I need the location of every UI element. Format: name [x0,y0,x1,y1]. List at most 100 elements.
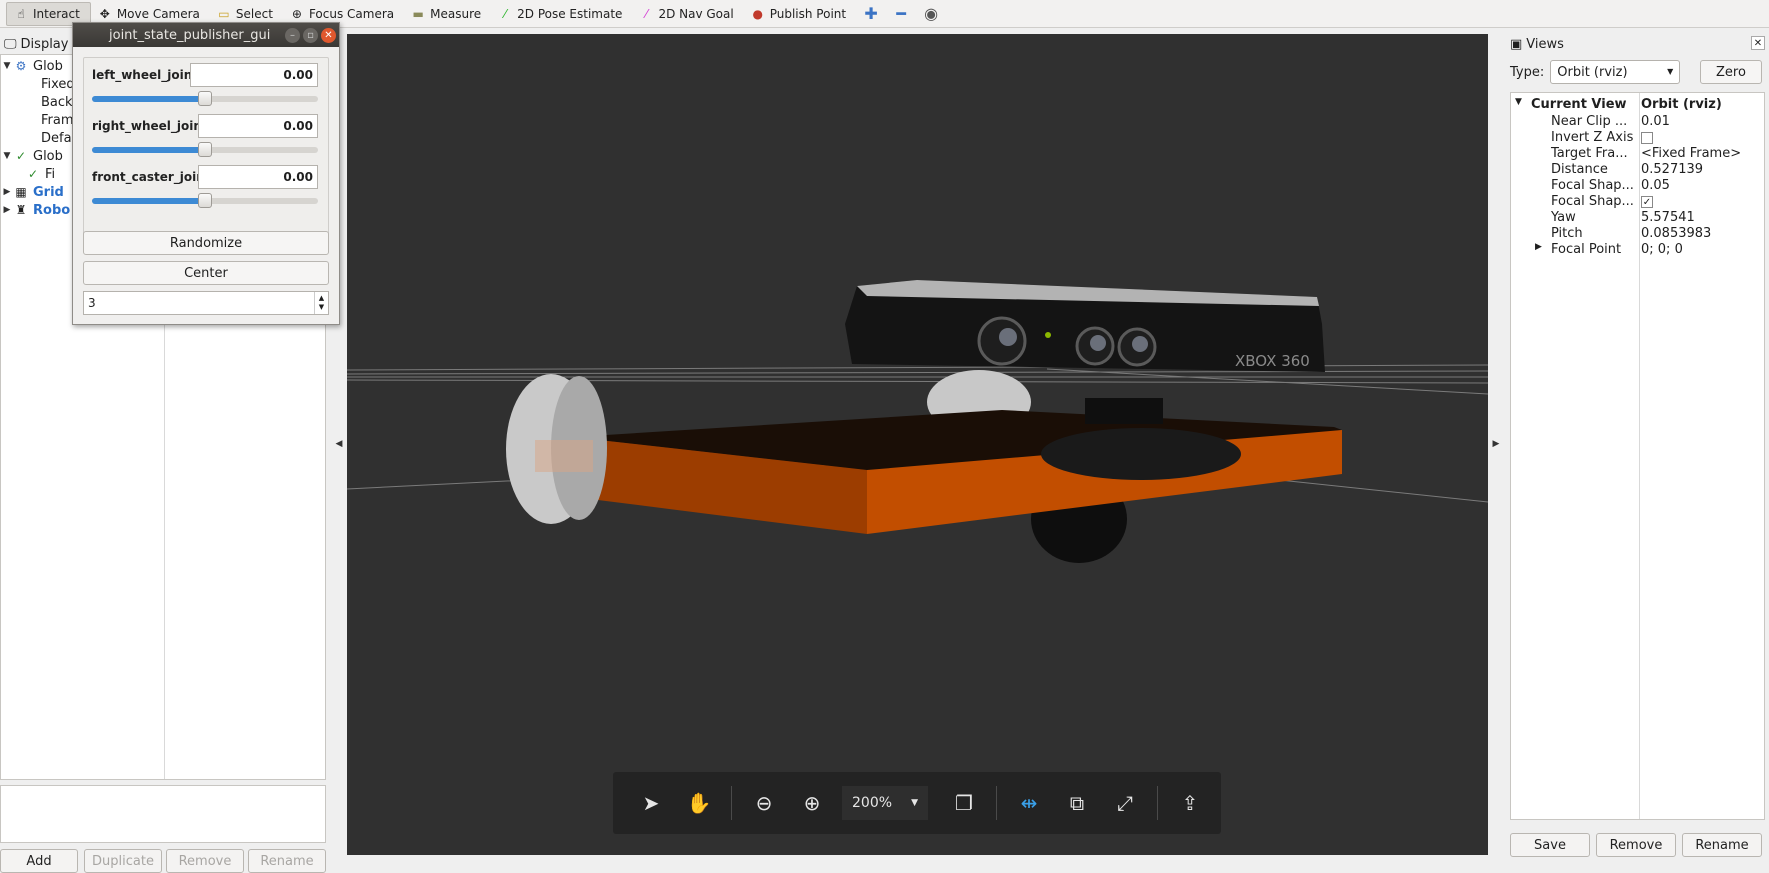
duplicate-display-button[interactable]: Duplicate [84,849,162,873]
slider-handle[interactable] [198,142,212,157]
collapse-arrow-icon[interactable]: ▶ [1,187,13,197]
prop-invert-z[interactable]: Invert Z Axis [1511,130,1766,146]
views-panel: ▣ Views ✕ Type: Orbit (rviz) ▼ Zero ▼ Cu… [1502,30,1769,857]
display-description [0,785,326,843]
prop-focal-shape-size[interactable]: Focal Shap... 0.05 [1511,178,1766,194]
publish-point-icon: ● [752,6,763,21]
expand-arrow-icon[interactable]: ▼ [1515,97,1522,107]
view-type-select[interactable]: Orbit (rviz) ▼ [1550,60,1681,84]
zoom-in-icon[interactable]: ⊕ [794,785,830,821]
tree-item-global-status[interactable]: ▼ ✓ Glob [1,147,63,165]
globe-icon: ⚙ [15,59,27,73]
center-button[interactable]: Center [83,261,329,285]
pointer-icon[interactable]: ➤ [633,785,669,821]
remove-tool-icon[interactable]: ━ [886,2,916,26]
pose-estimate-tool[interactable]: ⁄ 2D Pose Estimate [491,2,632,26]
tree-item-background[interactable]: Back [41,93,73,111]
interact-icon: ☝ [17,6,25,21]
randomize-button[interactable]: Randomize [83,231,329,255]
zero-button[interactable]: Zero [1700,60,1762,84]
spin-arrows-icon[interactable]: ▲ ▼ [314,292,328,314]
nav-goal-tool[interactable]: ⁄ 2D Nav Goal [632,2,743,26]
maximize-icon[interactable]: ▫ [303,28,318,43]
monitor-icon: 🖵 [4,36,17,52]
tree-item-fixed-frame[interactable]: Fixed [41,75,75,93]
tree-item-global-options[interactable]: ▼ ⚙ Glob [1,57,63,75]
tree-item-default-light[interactable]: Defa [41,129,72,147]
robot-model-icon: ♜ [15,203,27,217]
render-viewport[interactable]: XBOX 360 ➤ ✋ ⊖ ⊕ 200% ▼ ❐ ⇹ ⧉ ⤢ ⇪ [347,34,1488,855]
tree-item-grid[interactable]: ▶ ▦ Grid [1,183,64,201]
tree-item-frame-rate[interactable]: Fram [41,111,74,129]
checkmark-icon: ✓ [27,167,39,181]
invert-z-checkbox[interactable] [1641,131,1653,144]
close-icon[interactable]: ✕ [321,28,336,43]
collapse-left-icon[interactable]: ◀ [336,439,343,449]
checkmark-icon: ✓ [15,149,27,163]
slider-handle[interactable] [198,91,212,106]
camera-icon: ▣ [1510,36,1523,52]
prop-focal-point[interactable]: ▶ Focal Point 0; 0; 0 [1511,242,1766,258]
joint-state-publisher-window: joint_state_publisher_gui – ▫ ✕ left_whe… [72,22,340,325]
close-icon[interactable]: ✕ [1751,36,1765,50]
prop-near-clip[interactable]: Near Clip ... 0.01 [1511,114,1766,130]
export-icon[interactable]: ⇪ [1172,785,1208,821]
minimize-icon[interactable]: – [285,28,300,43]
rename-view-button[interactable]: Rename [1682,833,1762,857]
nav-goal-icon: ⁄ [645,6,648,21]
prop-target-frame[interactable]: Target Fra... <Fixed Frame> [1511,146,1766,162]
save-view-button[interactable]: Save [1510,833,1590,857]
remove-display-button[interactable]: Remove [166,849,244,873]
dropdown-arrow-icon: ▼ [911,798,918,808]
views-titlebar: ▣ Views [1510,36,1564,52]
prop-yaw[interactable]: Yaw 5.57541 [1511,210,1766,226]
expand-arrow-icon[interactable]: ▼ [1,61,13,71]
joint-label: left_wheel_joint [92,68,198,82]
displays-title: Display [20,36,69,52]
copy-icon[interactable]: ❐ [946,785,982,821]
rename-display-button[interactable]: Rename [248,849,326,873]
count-spinbox[interactable]: 3 ▲ ▼ [83,291,329,315]
zoom-level-select[interactable]: 200% ▼ [842,786,928,820]
fit-page-icon[interactable]: ⧉ [1059,785,1095,821]
fullscreen-icon[interactable]: ⤢ [1107,785,1143,821]
robot-scene: XBOX 360 [347,34,1488,855]
focal-shape-checkbox[interactable]: ✓ [1641,195,1653,208]
joint-value-field[interactable]: 0.00 [198,114,318,138]
collapse-arrow-icon[interactable]: ▶ [1,205,13,215]
joint-value-field[interactable]: 0.00 [198,165,318,189]
slider-handle[interactable] [198,193,212,208]
expand-arrow-icon[interactable]: ▼ [1,151,13,161]
dropdown-arrow-icon: ▼ [1667,67,1674,76]
view-properties-tree[interactable]: ▼ Current View Orbit (rviz) Near Clip ..… [1510,92,1765,820]
joint-sliders-group: left_wheel_joint 0.00 right_wheel_joint … [83,57,329,243]
joint-label: front_caster_joint [92,170,211,184]
tree-item-robot-model[interactable]: ▶ ♜ Robo [1,201,71,219]
right-splitter[interactable]: ▶ [1489,30,1503,857]
joint-slider[interactable] [92,91,318,106]
add-tool-icon[interactable]: ✚ [856,2,886,26]
sensor-brand-label: XBOX 360 [1235,352,1310,370]
prop-focal-shape-fixed[interactable]: Focal Shap... ✓ [1511,194,1766,210]
collapse-arrow-icon[interactable]: ▶ [1535,242,1542,252]
remove-view-button[interactable]: Remove [1596,833,1676,857]
collapse-right-icon[interactable]: ▶ [1493,439,1500,449]
zoom-out-icon[interactable]: ⊖ [746,785,782,821]
joint-slider[interactable] [92,142,318,157]
hand-icon[interactable]: ✋ [681,785,717,821]
add-display-button[interactable]: Add [0,849,78,873]
current-view-row[interactable]: ▼ Current View Orbit (rviz) [1511,97,1766,113]
prop-pitch[interactable]: Pitch 0.0853983 [1511,226,1766,242]
grid-icon: ▦ [15,185,27,199]
view-icon[interactable]: ◉ [916,2,946,26]
measure-tool[interactable]: ▬ Measure [404,2,491,26]
measure-icon: ▬ [412,6,424,21]
move-camera-icon: ✥ [99,6,110,21]
prop-distance[interactable]: Distance 0.527139 [1511,162,1766,178]
joint-value-field[interactable]: 0.00 [190,63,318,87]
joint-slider[interactable] [92,193,318,208]
select-icon: ▭ [218,6,230,21]
fit-width-icon[interactable]: ⇹ [1011,785,1047,821]
publish-point-tool[interactable]: ● Publish Point [744,2,856,26]
tree-item-fixed-frame-status[interactable]: ✓ Fi [25,165,55,183]
